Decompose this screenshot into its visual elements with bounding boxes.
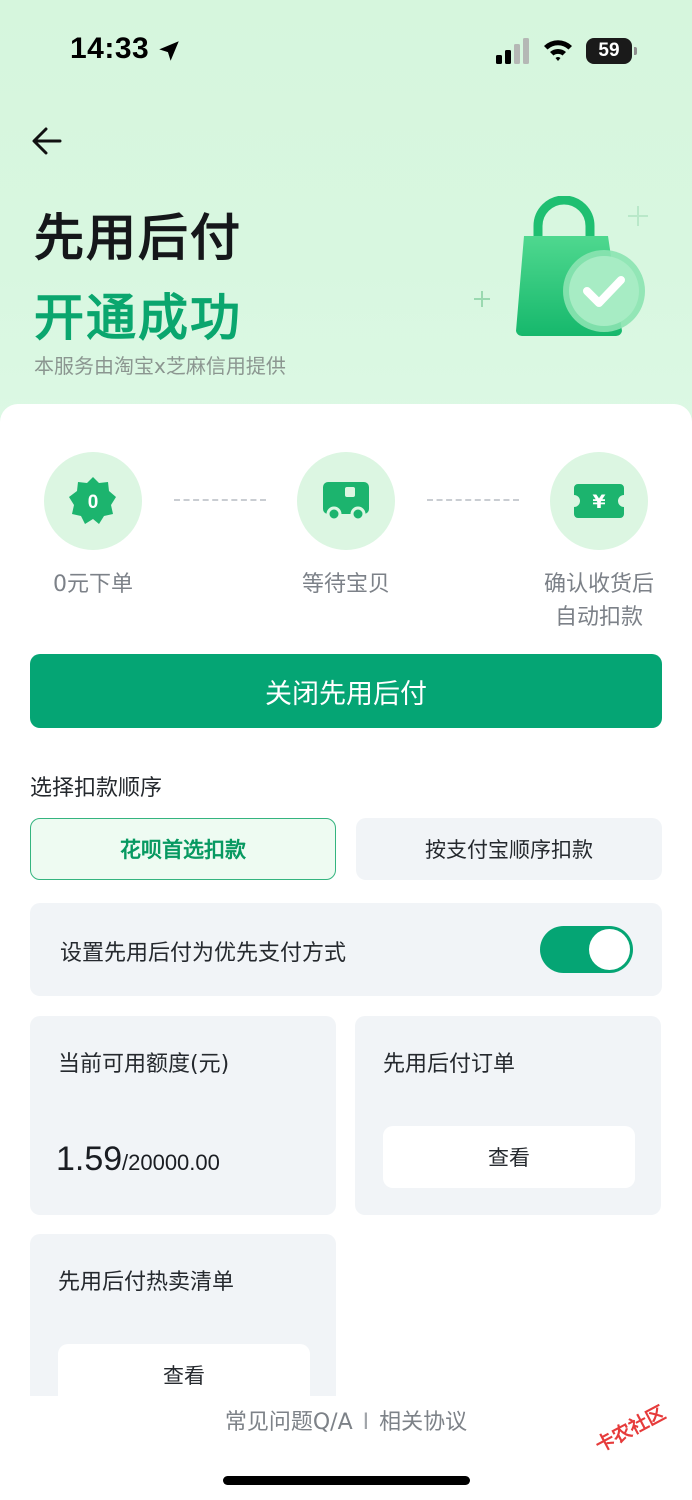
back-arrow-icon[interactable]	[30, 124, 64, 158]
step-order-zero: 0 0元下单	[13, 452, 173, 601]
agreement-link[interactable]: 相关协议	[379, 1410, 467, 1435]
hero-title: 先用后付	[34, 209, 242, 267]
zero-badge-text: 0	[88, 492, 99, 513]
step-connector	[174, 499, 266, 501]
watermark-logo: 卡农社区	[591, 1401, 670, 1457]
step-circle	[297, 452, 395, 550]
view-hot-list-button[interactable]: 查看	[58, 1344, 310, 1396]
battery-level: 59	[598, 40, 620, 61]
preferred-payment-toggle[interactable]	[540, 926, 633, 973]
deduction-order-label: 选择扣款顺序	[30, 776, 163, 801]
quota-title: 当前可用额度(元)	[58, 1052, 230, 1077]
footer-links: 常见问题Q/A I 相关协议	[0, 1404, 692, 1436]
wifi-icon	[544, 40, 572, 61]
ticket-yen-icon: ¥	[574, 484, 624, 518]
hero-success-title: 开通成功	[34, 289, 242, 347]
option-alipay-order[interactable]: 按支付宝顺序扣款	[356, 818, 662, 880]
step-circle: 0	[44, 452, 142, 550]
orders-tile: 先用后付订单 查看	[355, 1016, 661, 1215]
view-orders-button[interactable]: 查看	[383, 1126, 635, 1188]
hot-list-title: 先用后付热卖清单	[58, 1270, 235, 1295]
option-huabei-first[interactable]: 花呗首选扣款	[30, 818, 336, 880]
quota-available: 1.59	[56, 1140, 123, 1178]
cellular-signal-icon	[496, 38, 529, 64]
home-indicator	[223, 1476, 470, 1485]
step-label-line1: 确认收货后	[543, 572, 654, 597]
status-time: 14:33	[70, 32, 150, 65]
location-arrow-icon	[159, 41, 179, 61]
step-wait-item: 等待宝贝	[266, 452, 426, 601]
hero-provider-note: 本服务由淘宝x芝麻信用提供	[34, 354, 286, 378]
hot-list-tile: 先用后付热卖清单 查看	[30, 1234, 336, 1396]
quota-total: /20000.00	[122, 1150, 220, 1175]
step-connector	[427, 499, 519, 501]
yen-text: ¥	[592, 491, 605, 513]
battery-icon: 59	[586, 38, 637, 64]
preferred-payment-row: 设置先用后付为优先支付方式	[30, 903, 662, 996]
faq-link[interactable]: 常见问题Q/A	[225, 1410, 353, 1435]
zero-badge-icon: 0	[69, 477, 116, 524]
step-label: 确认收货后 自动扣款	[519, 568, 679, 634]
orders-title: 先用后付订单	[383, 1052, 516, 1077]
close-pay-later-button[interactable]: 关闭先用后付	[30, 654, 662, 728]
step-label-line2: 自动扣款	[554, 605, 643, 630]
footer-separator: I	[362, 1410, 370, 1435]
step-circle: ¥	[550, 452, 648, 550]
preferred-payment-label: 设置先用后付为优先支付方式	[60, 941, 347, 966]
step-label: 等待宝贝	[301, 572, 390, 597]
shopping-bag-check-icon	[474, 196, 648, 337]
quota-tile: 当前可用额度(元) 1.59 /20000.00	[30, 1016, 336, 1215]
status-bar: 14:33 59	[0, 0, 692, 100]
toggle-knob	[589, 929, 630, 970]
step-auto-deduct: ¥ 确认收货后 自动扣款	[519, 452, 679, 634]
step-label: 0元下单	[53, 572, 133, 597]
truck-icon	[323, 482, 369, 522]
